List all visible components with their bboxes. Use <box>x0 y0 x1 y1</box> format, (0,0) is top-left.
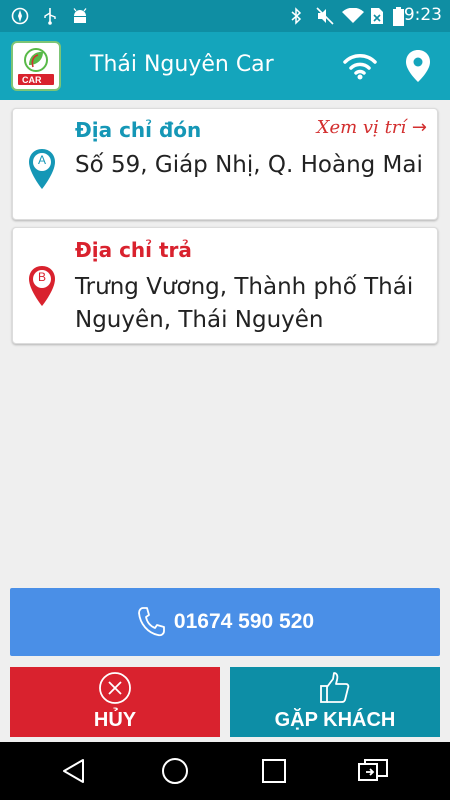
cancel-label: HỦY <box>93 709 137 731</box>
meet-customer-button[interactable]: GẶP KHÁCH <box>230 667 440 737</box>
pickup-marker-letter: A <box>37 153 46 167</box>
thumbs-up-icon <box>320 672 350 703</box>
switch-app-icon <box>358 759 388 781</box>
close-circle-icon <box>99 672 131 704</box>
view-location-link[interactable]: Xem vị trí → <box>317 117 427 138</box>
dropoff-card[interactable]: B Địa chỉ trả Trưng Vương, Thành phố Thá… <box>12 227 438 344</box>
bluetooth-icon <box>286 6 306 26</box>
cancel-button[interactable]: HỦY <box>10 667 220 737</box>
usb-icon <box>40 6 60 26</box>
no-sim-icon <box>369 6 385 26</box>
nav-bar <box>0 742 450 800</box>
home-circle-icon <box>162 758 188 784</box>
view-location-label: Xem vị trí <box>316 117 407 138</box>
logo-text: CAR <box>22 75 42 85</box>
app-bar: CAR Thái Nguyên Car <box>0 32 450 100</box>
dropoff-label: Địa chỉ trả <box>75 238 192 262</box>
call-button[interactable]: 01674 590 520 <box>10 588 440 656</box>
wifi-icon <box>343 54 377 80</box>
pickup-marker-icon: A <box>27 147 57 191</box>
nav-switch-app-button[interactable] <box>353 752 393 790</box>
nav-back-button[interactable] <box>54 752 94 790</box>
recents-square-icon <box>262 759 286 783</box>
wifi-status-button[interactable] <box>340 46 380 86</box>
nav-home-button[interactable] <box>155 752 195 790</box>
mute-icon <box>314 6 336 26</box>
dropoff-address: Trưng Vương, Thành phố Thái Nguyên, Thái… <box>75 274 414 333</box>
dropoff-marker-icon: B <box>27 264 57 308</box>
location-pin-icon <box>406 50 430 82</box>
wifi-icon <box>341 6 365 26</box>
call-phone-number: 01674 590 520 <box>173 610 315 633</box>
android-icon <box>70 6 90 26</box>
arrow-right-icon: → <box>411 117 427 138</box>
back-triangle-icon <box>63 759 84 783</box>
app-logo: CAR <box>11 41 61 91</box>
compass-icon <box>10 6 30 26</box>
nav-recents-button[interactable] <box>254 752 294 790</box>
meet-customer-label: GẶP KHÁCH <box>274 709 396 731</box>
status-bar: 9:23 <box>0 0 450 32</box>
pickup-card[interactable]: A Địa chỉ đón Xem vị trí → Số 59, Giáp N… <box>12 108 438 220</box>
dropoff-marker-letter: B <box>37 270 46 284</box>
pickup-address: Số 59, Giáp Nhị, Q. Hoàng Mai <box>75 152 423 178</box>
status-time: 9:23 <box>403 5 442 25</box>
pickup-label: Địa chỉ đón <box>75 118 202 142</box>
location-button[interactable] <box>398 46 438 86</box>
app-title: Thái Nguyên Car <box>90 52 274 77</box>
phone-icon <box>138 607 165 637</box>
